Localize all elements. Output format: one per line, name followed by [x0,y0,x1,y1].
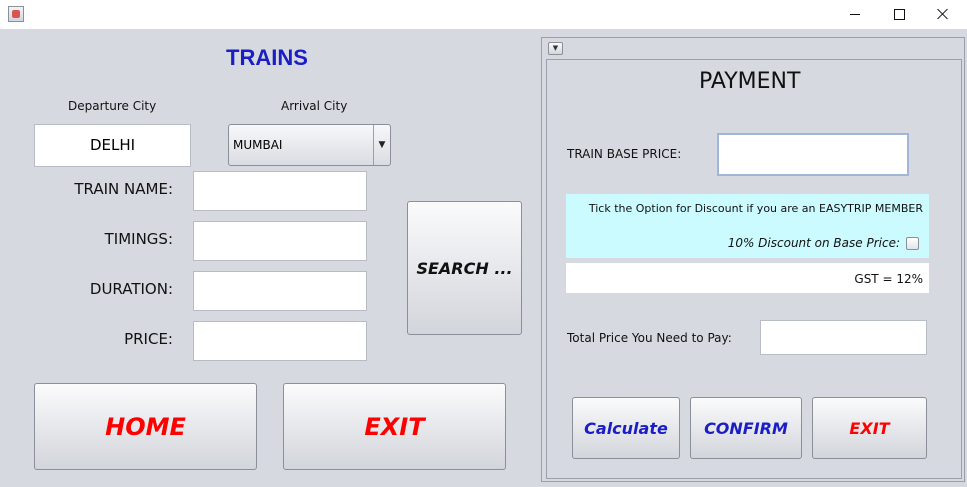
search-button[interactable]: SEARCH ... [407,201,522,335]
timings-field[interactable] [193,221,367,261]
discount-checkbox[interactable] [906,237,919,250]
confirm-button[interactable]: CONFIRM [690,397,802,459]
train-base-price-field[interactable] [717,133,909,176]
maximize-icon[interactable] [876,0,922,29]
window-title-bar [0,0,967,29]
timings-label: TIMINGS: [104,230,173,248]
gst-panel: GST = 12% [566,263,929,293]
duration-field[interactable] [193,271,367,311]
calculate-button[interactable]: Calculate [572,397,680,459]
frame-menu-icon[interactable]: ▼ [548,42,563,55]
home-button[interactable]: HOME [34,383,257,470]
arrival-city-label: Arrival City [281,99,348,113]
price-label: PRICE: [124,330,173,348]
java-app-icon [8,6,24,22]
departure-city-field[interactable]: DELHI [34,124,191,167]
gst-text: GST = 12% [854,272,923,286]
total-price-label: Total Price You Need to Pay: [567,331,732,345]
price-field[interactable] [193,321,367,361]
train-name-label: TRAIN NAME: [74,180,173,198]
exit-button[interactable]: EXIT [283,383,506,470]
arrival-city-selected: MUMBAI [233,138,283,152]
duration-label: DURATION: [89,280,173,298]
chevron-down-icon[interactable]: ▼ [373,125,390,165]
payment-exit-button[interactable]: EXIT [812,397,927,459]
train-name-field[interactable] [193,171,367,211]
arrival-city-select[interactable]: MUMBAI ▼ [228,124,391,166]
discount-panel: Tick the Option for Discount if you are … [566,194,929,258]
discount-checkbox-label: 10% Discount on Base Price: [727,236,900,250]
trains-title: TRAINS [226,45,308,70]
train-base-price-label: TRAIN BASE PRICE: [567,147,682,161]
close-icon[interactable] [920,0,966,29]
total-price-field[interactable] [760,320,927,355]
minimize-icon[interactable] [832,0,878,29]
departure-city-label: Departure City [68,99,157,113]
payment-title: PAYMENT [699,69,801,94]
discount-note: Tick the Option for Discount if you are … [588,202,923,215]
